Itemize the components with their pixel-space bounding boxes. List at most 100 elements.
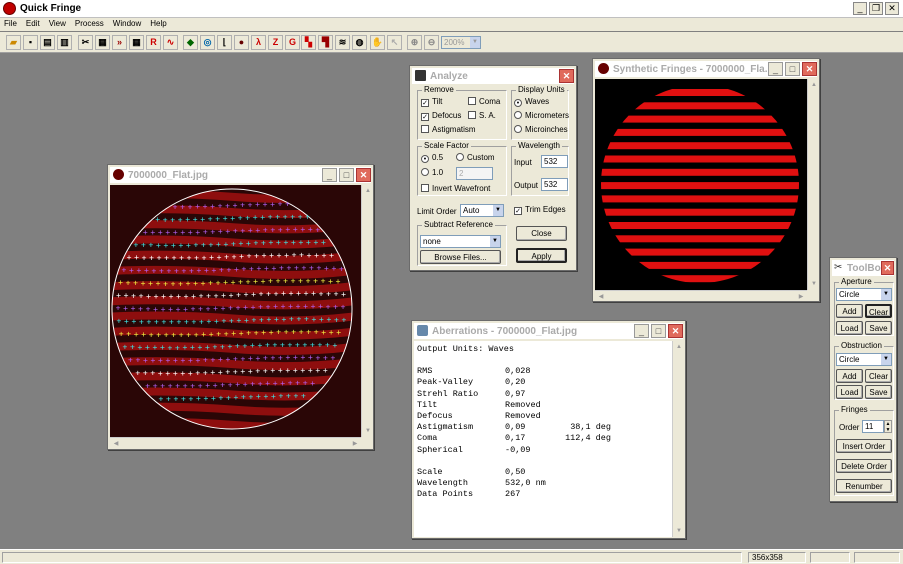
- obstruction-clear-button[interactable]: Clear: [865, 369, 892, 383]
- scroll-down-icon[interactable]: ▼: [808, 278, 820, 290]
- close-icon[interactable]: ✕: [881, 261, 894, 275]
- save-icon[interactable]: ▪: [23, 35, 38, 50]
- microinches-radio[interactable]: Microinches: [514, 125, 568, 134]
- micrometers-radio[interactable]: Micrometers: [514, 111, 569, 120]
- vertical-scrollbar[interactable]: ▲ ▼: [361, 185, 373, 437]
- scroll-right-icon[interactable]: ▶: [349, 438, 361, 450]
- custom-scale-input[interactable]: 2: [456, 167, 493, 180]
- defocus-checkbox[interactable]: ✓ Defocus: [421, 111, 461, 121]
- invert-wavefront-checkbox[interactable]: Invert Wavefront: [421, 184, 490, 193]
- limit-order-select[interactable]: Auto ▼: [460, 204, 504, 217]
- open-icon[interactable]: ▰: [6, 35, 21, 50]
- r-icon[interactable]: R: [146, 35, 161, 50]
- zoom-in-icon[interactable]: ⊕: [407, 35, 422, 50]
- tilt-checkbox[interactable]: ✓ Tilt: [421, 97, 442, 107]
- sa-checkbox[interactable]: S. A.: [468, 111, 496, 120]
- analyze-icon[interactable]: ▦: [95, 35, 110, 50]
- mtf-icon[interactable]: ◍: [352, 35, 367, 50]
- zoom-out-icon[interactable]: ⊖: [424, 35, 439, 50]
- print-icon[interactable]: ▤: [40, 35, 55, 50]
- fringe-trace-point: +: [326, 290, 331, 299]
- scale-05-radio[interactable]: • 0.5: [421, 153, 443, 163]
- restore-icon[interactable]: ❐: [869, 2, 883, 15]
- lambda-icon[interactable]: λ: [251, 35, 266, 50]
- maximize-icon[interactable]: □: [651, 324, 666, 338]
- grid-icon[interactable]: ▦: [129, 35, 144, 50]
- menu-item-window[interactable]: Window: [109, 18, 146, 28]
- close-icon[interactable]: ✕: [668, 324, 683, 338]
- close-button[interactable]: Close: [516, 226, 567, 241]
- scale-10-radio[interactable]: 1.0: [421, 168, 443, 177]
- close-icon[interactable]: ✕: [559, 69, 574, 83]
- scroll-up-icon[interactable]: ▲: [808, 79, 820, 91]
- menu-item-view[interactable]: View: [45, 18, 71, 28]
- z-icon[interactable]: Z: [268, 35, 283, 50]
- tools-icon[interactable]: ✂: [78, 35, 93, 50]
- aperture-load-button[interactable]: Load: [836, 321, 863, 335]
- insert-order-button[interactable]: Insert Order: [836, 439, 892, 453]
- process-icon[interactable]: »: [112, 35, 127, 50]
- horizontal-scrollbar[interactable]: ◀ ▶: [595, 290, 807, 301]
- zoom-select[interactable]: 200% ▼: [441, 36, 481, 49]
- hand-icon[interactable]: ✋: [370, 35, 385, 50]
- subtract-reference-select[interactable]: none ▼: [420, 235, 501, 248]
- minimize-icon[interactable]: _: [853, 2, 867, 15]
- obstruction-select[interactable]: Circle ▼: [836, 353, 892, 366]
- horizontal-scrollbar[interactable]: ◀ ▶: [110, 437, 361, 449]
- obstruction-save-button[interactable]: Save: [865, 385, 892, 399]
- aperture-select[interactable]: Circle ▼: [836, 288, 892, 301]
- minimize-icon[interactable]: _: [634, 324, 649, 338]
- close-icon[interactable]: ✕: [885, 2, 899, 15]
- fringe-icon[interactable]: ●: [234, 35, 249, 50]
- vertical-scrollbar[interactable]: ▲ ▼: [672, 341, 684, 537]
- close-icon[interactable]: ✕: [802, 62, 817, 76]
- vertical-scrollbar[interactable]: ▲ ▼: [807, 79, 819, 290]
- minimize-icon[interactable]: _: [322, 168, 337, 182]
- scroll-left-icon[interactable]: ◀: [110, 438, 122, 450]
- input-wavelength-field[interactable]: 532: [541, 155, 568, 168]
- renumber-button[interactable]: Renumber: [836, 479, 892, 493]
- histogram-icon[interactable]: ▜: [318, 35, 333, 50]
- scroll-right-icon[interactable]: ▶: [795, 291, 807, 303]
- order-input[interactable]: 11: [862, 420, 884, 433]
- contour-icon[interactable]: ◎: [200, 35, 215, 50]
- obstruction-add-button[interactable]: Add: [836, 369, 863, 383]
- menu-item-edit[interactable]: Edit: [22, 18, 45, 28]
- scroll-left-icon[interactable]: ◀: [595, 291, 607, 303]
- scroll-down-icon[interactable]: ▼: [362, 425, 374, 437]
- interferogram-image[interactable]: + + + + + + + + + + + + + + + ++ + + + + + + + + + + + + + + + + + + + ++ + +…: [110, 185, 361, 437]
- surface-icon[interactable]: ◆: [183, 35, 198, 50]
- scroll-up-icon[interactable]: ▲: [673, 341, 685, 353]
- select-icon[interactable]: ↖: [387, 35, 402, 50]
- waves-radio[interactable]: • Waves: [514, 97, 549, 107]
- wave-icon[interactable]: ∿: [163, 35, 178, 50]
- maximize-icon[interactable]: □: [339, 168, 354, 182]
- profile-icon[interactable]: ⌊: [217, 35, 232, 50]
- menu-item-process[interactable]: Process: [71, 18, 109, 28]
- scroll-down-icon[interactable]: ▼: [673, 525, 685, 537]
- menu-item-file[interactable]: File: [0, 18, 22, 28]
- psf-icon[interactable]: ≋: [335, 35, 350, 50]
- trim-edges-checkbox[interactable]: ✓ Trim Edges: [514, 205, 566, 215]
- obstruction-load-button[interactable]: Load: [836, 385, 863, 399]
- scale-custom-radio[interactable]: Custom: [456, 153, 495, 162]
- maximize-icon[interactable]: □: [785, 62, 800, 76]
- output-wavelength-field[interactable]: 532: [541, 178, 568, 191]
- stats-icon[interactable]: ▚: [301, 35, 316, 50]
- print-preview-icon[interactable]: ▥: [57, 35, 72, 50]
- menu-item-help[interactable]: Help: [146, 18, 171, 28]
- aperture-add-button[interactable]: Add: [836, 304, 863, 318]
- coma-checkbox[interactable]: Coma: [468, 97, 500, 106]
- scroll-up-icon[interactable]: ▲: [362, 185, 374, 197]
- g-icon[interactable]: G: [285, 35, 300, 50]
- close-icon[interactable]: ✕: [356, 168, 371, 182]
- astigmatism-checkbox[interactable]: Astigmatism: [421, 125, 476, 134]
- aperture-clear-button[interactable]: Clear: [865, 304, 892, 318]
- delete-order-button[interactable]: Delete Order: [836, 459, 892, 473]
- order-spinner[interactable]: ▲ ▼: [884, 420, 892, 433]
- apply-button[interactable]: Apply: [516, 248, 567, 263]
- aperture-save-button[interactable]: Save: [865, 321, 892, 335]
- browse-files-button[interactable]: Browse Files...: [420, 250, 501, 264]
- aberrations-text-area[interactable]: Output Units: Waves RMS 0,028 Peak-Valley 0…: [414, 341, 672, 537]
- minimize-icon[interactable]: _: [768, 62, 783, 76]
